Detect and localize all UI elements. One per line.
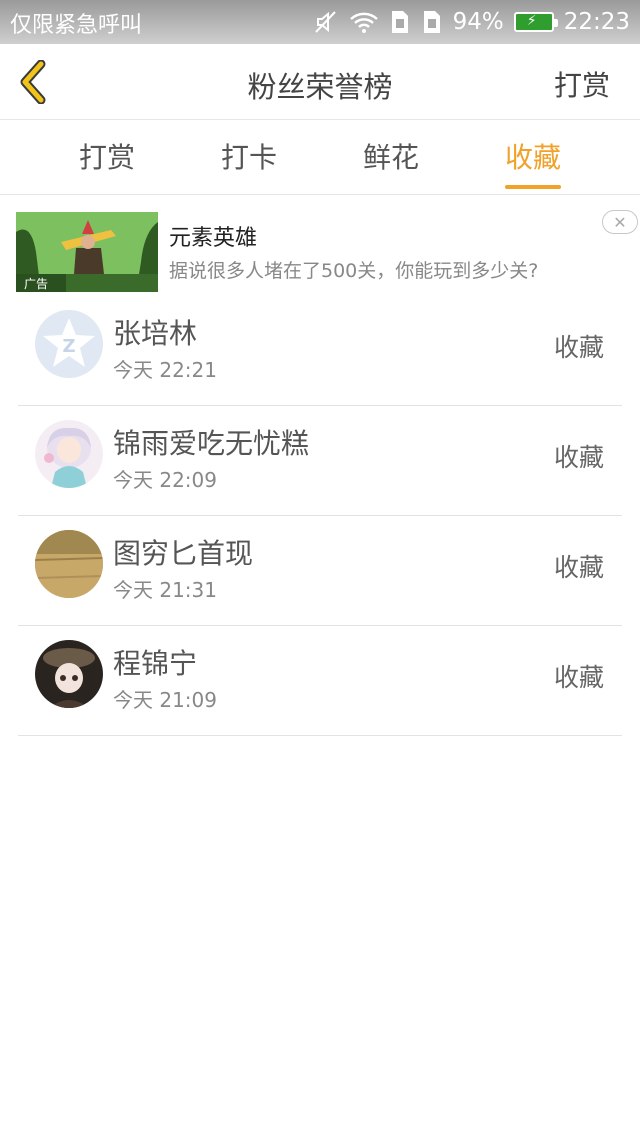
tab-checkin[interactable]: 打卡: [189, 121, 309, 195]
avatar[interactable]: [35, 640, 103, 708]
avatar[interactable]: [35, 420, 103, 488]
fan-time: 今天 22:09: [113, 468, 217, 492]
fan-time: 今天 21:31: [113, 578, 217, 602]
fan-time: 今天 22:21: [113, 358, 217, 382]
list-item[interactable]: 锦雨爱吃无忧糕 今天 22:09 收藏: [18, 406, 622, 516]
sim-icon: [389, 9, 411, 35]
list-item[interactable]: 程锦宁 今天 21:09 收藏: [18, 626, 622, 736]
list-item[interactable]: Z 张培林 今天 22:21 收藏: [18, 296, 622, 406]
tab-bar: 打赏 打卡 鲜花 收藏: [0, 121, 640, 195]
status-icons: 94% ⚡ 22:23: [313, 7, 630, 37]
ad-image[interactable]: 广告: [16, 212, 158, 292]
wifi-icon: [349, 10, 379, 34]
fan-list: Z 张培林 今天 22:21 收藏 锦雨爱吃无忧糕 今天 22:09 收藏 图穷…: [18, 296, 622, 736]
mute-icon: [313, 9, 339, 35]
fan-name: 图穷匕首现: [113, 537, 254, 570]
battery-percent: 94%: [452, 9, 504, 35]
action-label: 收藏: [553, 663, 604, 692]
sim-icon: [421, 9, 443, 35]
clock: 22:23: [563, 9, 630, 35]
fan-time: 今天 21:09: [113, 688, 217, 712]
status-bar: 仅限紧急呼叫 94% ⚡ 22:23: [0, 0, 640, 44]
tab-flowers[interactable]: 鲜花: [331, 121, 451, 195]
fan-name: 锦雨爱吃无忧糕: [113, 427, 310, 460]
ad-badge: 广告: [24, 277, 48, 291]
action-label: 收藏: [553, 443, 604, 472]
ad-title[interactable]: 元素英雄: [169, 220, 257, 252]
carrier-text: 仅限紧急呼叫: [10, 13, 143, 38]
ad-banner[interactable]: 广告 元素英雄 据说很多人堵在了500关，你能玩到多少关? ✕: [0, 196, 640, 296]
tab-reward[interactable]: 打赏: [47, 121, 167, 195]
close-icon: ✕: [613, 212, 627, 232]
page-title: 粉丝荣誉榜: [247, 70, 393, 104]
header: 粉丝荣誉榜 打赏: [0, 44, 640, 120]
list-item[interactable]: 图穷匕首现 今天 21:31 收藏: [18, 516, 622, 626]
action-label: 收藏: [553, 553, 604, 582]
svg-text:Z: Z: [62, 336, 75, 357]
ad-description[interactable]: 据说很多人堵在了500关，你能玩到多少关?: [169, 256, 538, 283]
fan-name: 张培林: [113, 317, 198, 350]
tab-favorites[interactable]: 收藏: [473, 121, 593, 195]
ad-close-button[interactable]: ✕: [602, 210, 638, 234]
fan-name: 程锦宁: [113, 647, 198, 680]
avatar[interactable]: [35, 530, 103, 598]
avatar[interactable]: Z: [35, 310, 103, 378]
reward-button[interactable]: 打赏: [554, 64, 610, 104]
action-label: 收藏: [553, 333, 604, 362]
battery-icon: ⚡: [513, 12, 558, 32]
